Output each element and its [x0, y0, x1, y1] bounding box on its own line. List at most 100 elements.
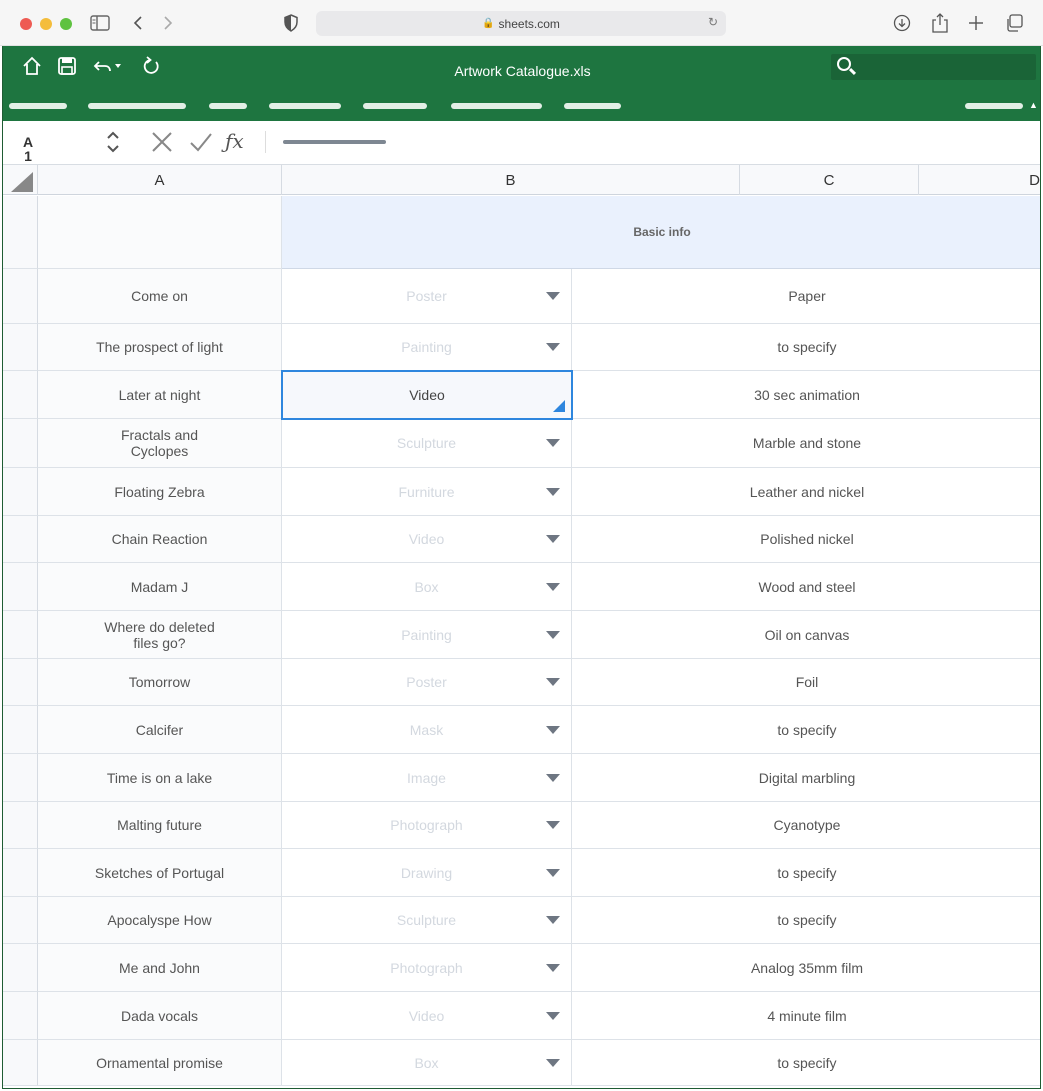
- sidebar-toggle-icon[interactable]: [90, 11, 110, 35]
- row-header[interactable]: [3, 516, 38, 563]
- material-cell[interactable]: to specify: [572, 897, 1040, 944]
- column-header-a[interactable]: A: [38, 165, 282, 195]
- type-dropdown-cell[interactable]: Sculpture: [282, 419, 572, 468]
- ribbon-tab-6[interactable]: [451, 103, 542, 109]
- title-cell[interactable]: Fractals and Cyclopes: [38, 419, 282, 468]
- privacy-shield-icon[interactable]: [284, 11, 298, 35]
- ribbon-tab-7[interactable]: [564, 103, 621, 109]
- row-header[interactable]: [3, 944, 38, 992]
- type-dropdown-cell[interactable]: Video: [282, 992, 572, 1040]
- dropdown-arrow-icon[interactable]: [546, 292, 560, 300]
- type-dropdown-cell[interactable]: Box: [282, 563, 572, 611]
- row-header[interactable]: [3, 659, 38, 706]
- title-cell[interactable]: Calcifer: [38, 706, 282, 754]
- dropdown-arrow-icon[interactable]: [546, 343, 560, 351]
- dropdown-arrow-icon[interactable]: [546, 487, 560, 496]
- type-dropdown-cell[interactable]: Painting: [282, 611, 572, 659]
- title-cell[interactable]: Sketches of Portugal: [38, 849, 282, 897]
- home-icon[interactable]: [22, 54, 42, 78]
- cancel-icon[interactable]: [151, 131, 173, 159]
- row-header[interactable]: [3, 269, 38, 324]
- row-header[interactable]: [3, 802, 38, 849]
- material-cell[interactable]: to specify: [572, 324, 1040, 371]
- back-icon[interactable]: [132, 11, 144, 35]
- ribbon-tab-1[interactable]: [9, 103, 67, 109]
- material-cell[interactable]: Wood and steel: [572, 563, 1040, 611]
- material-cell[interactable]: to specify: [572, 849, 1040, 897]
- title-cell[interactable]: Come on: [38, 269, 282, 324]
- row-header[interactable]: [3, 468, 38, 516]
- title-cell[interactable]: Later at night: [38, 371, 282, 419]
- title-cell[interactable]: The prospect of light: [38, 324, 282, 371]
- type-dropdown-cell[interactable]: Drawing: [282, 849, 572, 897]
- column-header-b[interactable]: B: [282, 165, 740, 195]
- title-cell[interactable]: Floating Zebra: [38, 468, 282, 516]
- fill-handle-icon[interactable]: [553, 400, 565, 412]
- material-cell[interactable]: Oil on canvas: [572, 611, 1040, 659]
- dropdown-arrow-icon[interactable]: [546, 963, 560, 972]
- ribbon-tab-collapse[interactable]: [965, 103, 1023, 109]
- formula-input[interactable]: [283, 140, 386, 144]
- row-header[interactable]: [3, 563, 38, 611]
- title-cell[interactable]: Dada vocals: [38, 992, 282, 1040]
- minimize-window-button[interactable]: [40, 18, 52, 30]
- close-window-button[interactable]: [20, 18, 32, 30]
- material-cell[interactable]: Analog 35mm film: [572, 944, 1040, 992]
- name-box-stepper-icon[interactable]: [105, 129, 121, 161]
- material-cell[interactable]: 4 minute film: [572, 992, 1040, 1040]
- save-icon[interactable]: [57, 54, 77, 78]
- row-header[interactable]: [3, 754, 38, 802]
- title-cell[interactable]: Where do deleted files go?: [38, 611, 282, 659]
- dropdown-arrow-icon[interactable]: [546, 868, 560, 877]
- material-cell[interactable]: Digital marbling: [572, 754, 1040, 802]
- material-cell[interactable]: to specify: [572, 706, 1040, 754]
- tab-overview-icon[interactable]: [1005, 11, 1023, 35]
- dropdown-arrow-icon[interactable]: [546, 535, 560, 543]
- forward-icon[interactable]: [162, 11, 174, 35]
- type-dropdown-cell[interactable]: Painting: [282, 324, 572, 371]
- title-cell[interactable]: Malting future: [38, 802, 282, 849]
- title-cell[interactable]: Apocalyspe How: [38, 897, 282, 944]
- type-dropdown-cell[interactable]: Poster: [282, 269, 572, 324]
- material-cell[interactable]: Foil: [572, 659, 1040, 706]
- row-header[interactable]: [3, 992, 38, 1040]
- column-header-d[interactable]: D: [919, 165, 1040, 195]
- function-icon[interactable]: ƒx: [225, 129, 244, 153]
- title-cell[interactable]: Chain Reaction: [38, 516, 282, 563]
- material-cell[interactable]: to specify: [572, 1040, 1040, 1086]
- ribbon-tab-5[interactable]: [363, 103, 427, 109]
- row-header[interactable]: [3, 371, 38, 419]
- ribbon-tab-2[interactable]: [88, 103, 186, 109]
- dropdown-arrow-icon[interactable]: [546, 630, 560, 639]
- row-header[interactable]: [3, 419, 38, 468]
- dropdown-arrow-icon[interactable]: [546, 821, 560, 829]
- title-cell[interactable]: Ornamental promise: [38, 1040, 282, 1086]
- material-cell[interactable]: Leather and nickel: [572, 468, 1040, 516]
- type-dropdown-cell[interactable]: Image: [282, 754, 572, 802]
- basic-info-header[interactable]: Basic info: [282, 196, 1040, 269]
- row-header[interactable]: [3, 1040, 38, 1086]
- material-cell[interactable]: Marble and stone: [572, 419, 1040, 468]
- reload-icon[interactable]: ↻: [708, 15, 718, 29]
- new-tab-icon[interactable]: [968, 11, 984, 35]
- column-header-c[interactable]: C: [740, 165, 919, 195]
- confirm-icon[interactable]: [189, 131, 213, 159]
- type-dropdown-cell[interactable]: Sculpture: [282, 897, 572, 944]
- material-cell[interactable]: Paper: [572, 269, 1040, 324]
- type-dropdown-cell[interactable]: Box: [282, 1040, 572, 1086]
- ribbon-tab-3[interactable]: [209, 103, 247, 109]
- type-dropdown-cell[interactable]: Furniture: [282, 468, 572, 516]
- title-cell[interactable]: Tomorrow: [38, 659, 282, 706]
- selected-type-dropdown-cell[interactable]: Video: [281, 370, 573, 420]
- share-icon[interactable]: [932, 11, 948, 35]
- cell-a1[interactable]: [38, 196, 282, 269]
- search-input[interactable]: [831, 54, 1036, 80]
- row-header[interactable]: [3, 611, 38, 659]
- redo-icon[interactable]: [141, 54, 161, 78]
- collapse-ribbon-icon[interactable]: ▲: [1029, 100, 1038, 110]
- undo-icon[interactable]: [93, 54, 123, 78]
- dropdown-arrow-icon[interactable]: [546, 773, 560, 782]
- title-cell[interactable]: Time is on a lake: [38, 754, 282, 802]
- type-dropdown-cell[interactable]: Video: [282, 516, 572, 563]
- title-cell[interactable]: Madam J: [38, 563, 282, 611]
